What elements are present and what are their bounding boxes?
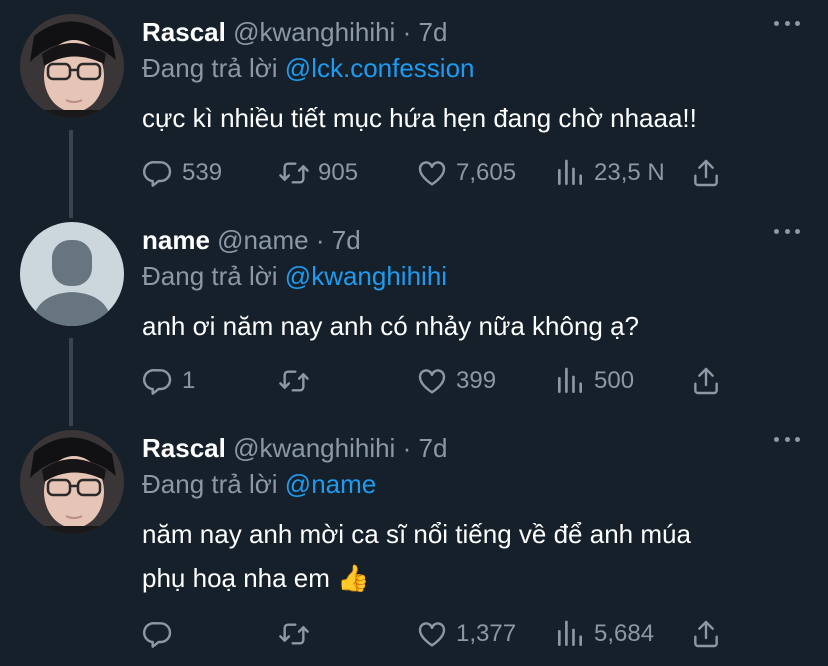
profile-photo bbox=[20, 430, 124, 534]
reply-button[interactable] bbox=[142, 618, 174, 650]
like-icon bbox=[416, 157, 448, 189]
share-button[interactable] bbox=[690, 365, 722, 397]
reply-prefix: Đang trả lời bbox=[142, 469, 278, 499]
reply-icon bbox=[142, 365, 174, 397]
reply-context: Đang trả lời @lck.confession bbox=[142, 50, 475, 86]
avatar[interactable] bbox=[20, 430, 124, 534]
views-icon bbox=[554, 157, 586, 189]
like-button[interactable]: 7,605 bbox=[416, 157, 516, 189]
separator: · bbox=[402, 17, 412, 47]
retweet-icon bbox=[278, 618, 310, 650]
reply-prefix: Đang trả lời bbox=[142, 53, 278, 83]
retweet-count: 905 bbox=[318, 159, 359, 186]
like-count: 1,377 bbox=[456, 620, 517, 647]
tweet[interactable]: Rascal @kwanghihihi · 7d Đang trả lời @l… bbox=[0, 0, 828, 208]
more-icon[interactable] bbox=[774, 18, 800, 28]
display-name[interactable]: Rascal bbox=[142, 433, 226, 463]
reply-icon bbox=[142, 157, 174, 189]
views-button[interactable]: 23,5 N bbox=[554, 157, 665, 189]
like-icon bbox=[416, 618, 448, 650]
views-button[interactable]: 500 bbox=[554, 365, 634, 397]
tweet[interactable]: name @name · 7d Đang trả lời @kwanghihih… bbox=[0, 208, 828, 416]
share-icon bbox=[690, 157, 722, 189]
view-count: 500 bbox=[594, 367, 635, 394]
views-icon bbox=[554, 618, 586, 650]
display-name[interactable]: name bbox=[142, 225, 210, 255]
share-icon bbox=[690, 618, 722, 650]
share-icon bbox=[690, 365, 722, 397]
like-count: 399 bbox=[456, 367, 497, 394]
timestamp[interactable]: 7d bbox=[418, 433, 447, 463]
reply-context: Đang trả lời @name bbox=[142, 466, 376, 502]
share-button[interactable] bbox=[690, 157, 722, 189]
views-icon bbox=[554, 365, 586, 397]
reply-count: 539 bbox=[182, 159, 223, 186]
profile-photo bbox=[20, 14, 124, 118]
share-button[interactable] bbox=[690, 618, 722, 650]
tweet-text-line: năm nay anh mời ca sĩ nổi tiếng về để an… bbox=[142, 519, 691, 549]
username[interactable]: @kwanghihihi bbox=[233, 433, 395, 463]
retweet-button[interactable] bbox=[278, 618, 310, 650]
more-icon[interactable] bbox=[774, 434, 800, 444]
tweet-header: name @name · 7d bbox=[142, 222, 361, 258]
retweet-button[interactable]: 905 bbox=[278, 157, 358, 189]
view-count: 23,5 N bbox=[594, 159, 665, 186]
like-button[interactable]: 1,377 bbox=[416, 618, 516, 650]
reply-prefix: Đang trả lời bbox=[142, 261, 278, 291]
tweet-text-line: phụ hoạ nha em 👍 bbox=[142, 563, 370, 593]
tweet-text: năm nay anh mời ca sĩ nổi tiếng về để an… bbox=[142, 512, 792, 600]
more-icon[interactable] bbox=[774, 226, 800, 236]
avatar[interactable] bbox=[20, 222, 124, 326]
mention-link[interactable]: @lck.confession bbox=[285, 53, 475, 83]
reply-button[interactable]: 539 bbox=[142, 157, 222, 189]
timestamp[interactable]: 7d bbox=[332, 225, 361, 255]
retweet-button[interactable] bbox=[278, 365, 310, 397]
tweet[interactable]: Rascal @kwanghihihi · 7d Đang trả lời @n… bbox=[0, 416, 828, 666]
reply-count: 1 bbox=[182, 367, 196, 394]
tweet-header: Rascal @kwanghihihi · 7d bbox=[142, 430, 447, 466]
username[interactable]: @kwanghihihi bbox=[233, 17, 395, 47]
avatar[interactable] bbox=[20, 14, 124, 118]
like-count: 7,605 bbox=[456, 159, 517, 186]
view-count: 5,684 bbox=[594, 620, 655, 647]
separator: · bbox=[402, 433, 412, 463]
username[interactable]: @name bbox=[217, 225, 308, 255]
like-button[interactable]: 399 bbox=[416, 365, 496, 397]
timestamp[interactable]: 7d bbox=[418, 17, 447, 47]
retweet-icon bbox=[278, 157, 310, 189]
default-avatar-icon bbox=[20, 222, 124, 326]
views-button[interactable]: 5,684 bbox=[554, 618, 654, 650]
reply-icon bbox=[142, 618, 174, 650]
reply-button[interactable]: 1 bbox=[142, 365, 195, 397]
separator: · bbox=[315, 225, 325, 255]
display-name[interactable]: Rascal bbox=[142, 17, 226, 47]
tweet-text: cực kì nhiều tiết mục hứa hẹn đang chờ n… bbox=[142, 103, 697, 133]
tweet-header: Rascal @kwanghihihi · 7d bbox=[142, 14, 447, 50]
mention-link[interactable]: @kwanghihihi bbox=[285, 261, 447, 291]
reply-context: Đang trả lời @kwanghihihi bbox=[142, 258, 447, 294]
retweet-icon bbox=[278, 365, 310, 397]
like-icon bbox=[416, 365, 448, 397]
mention-link[interactable]: @name bbox=[285, 469, 376, 499]
tweet-text: anh ơi năm nay anh có nhảy nữa không ạ? bbox=[142, 311, 640, 341]
